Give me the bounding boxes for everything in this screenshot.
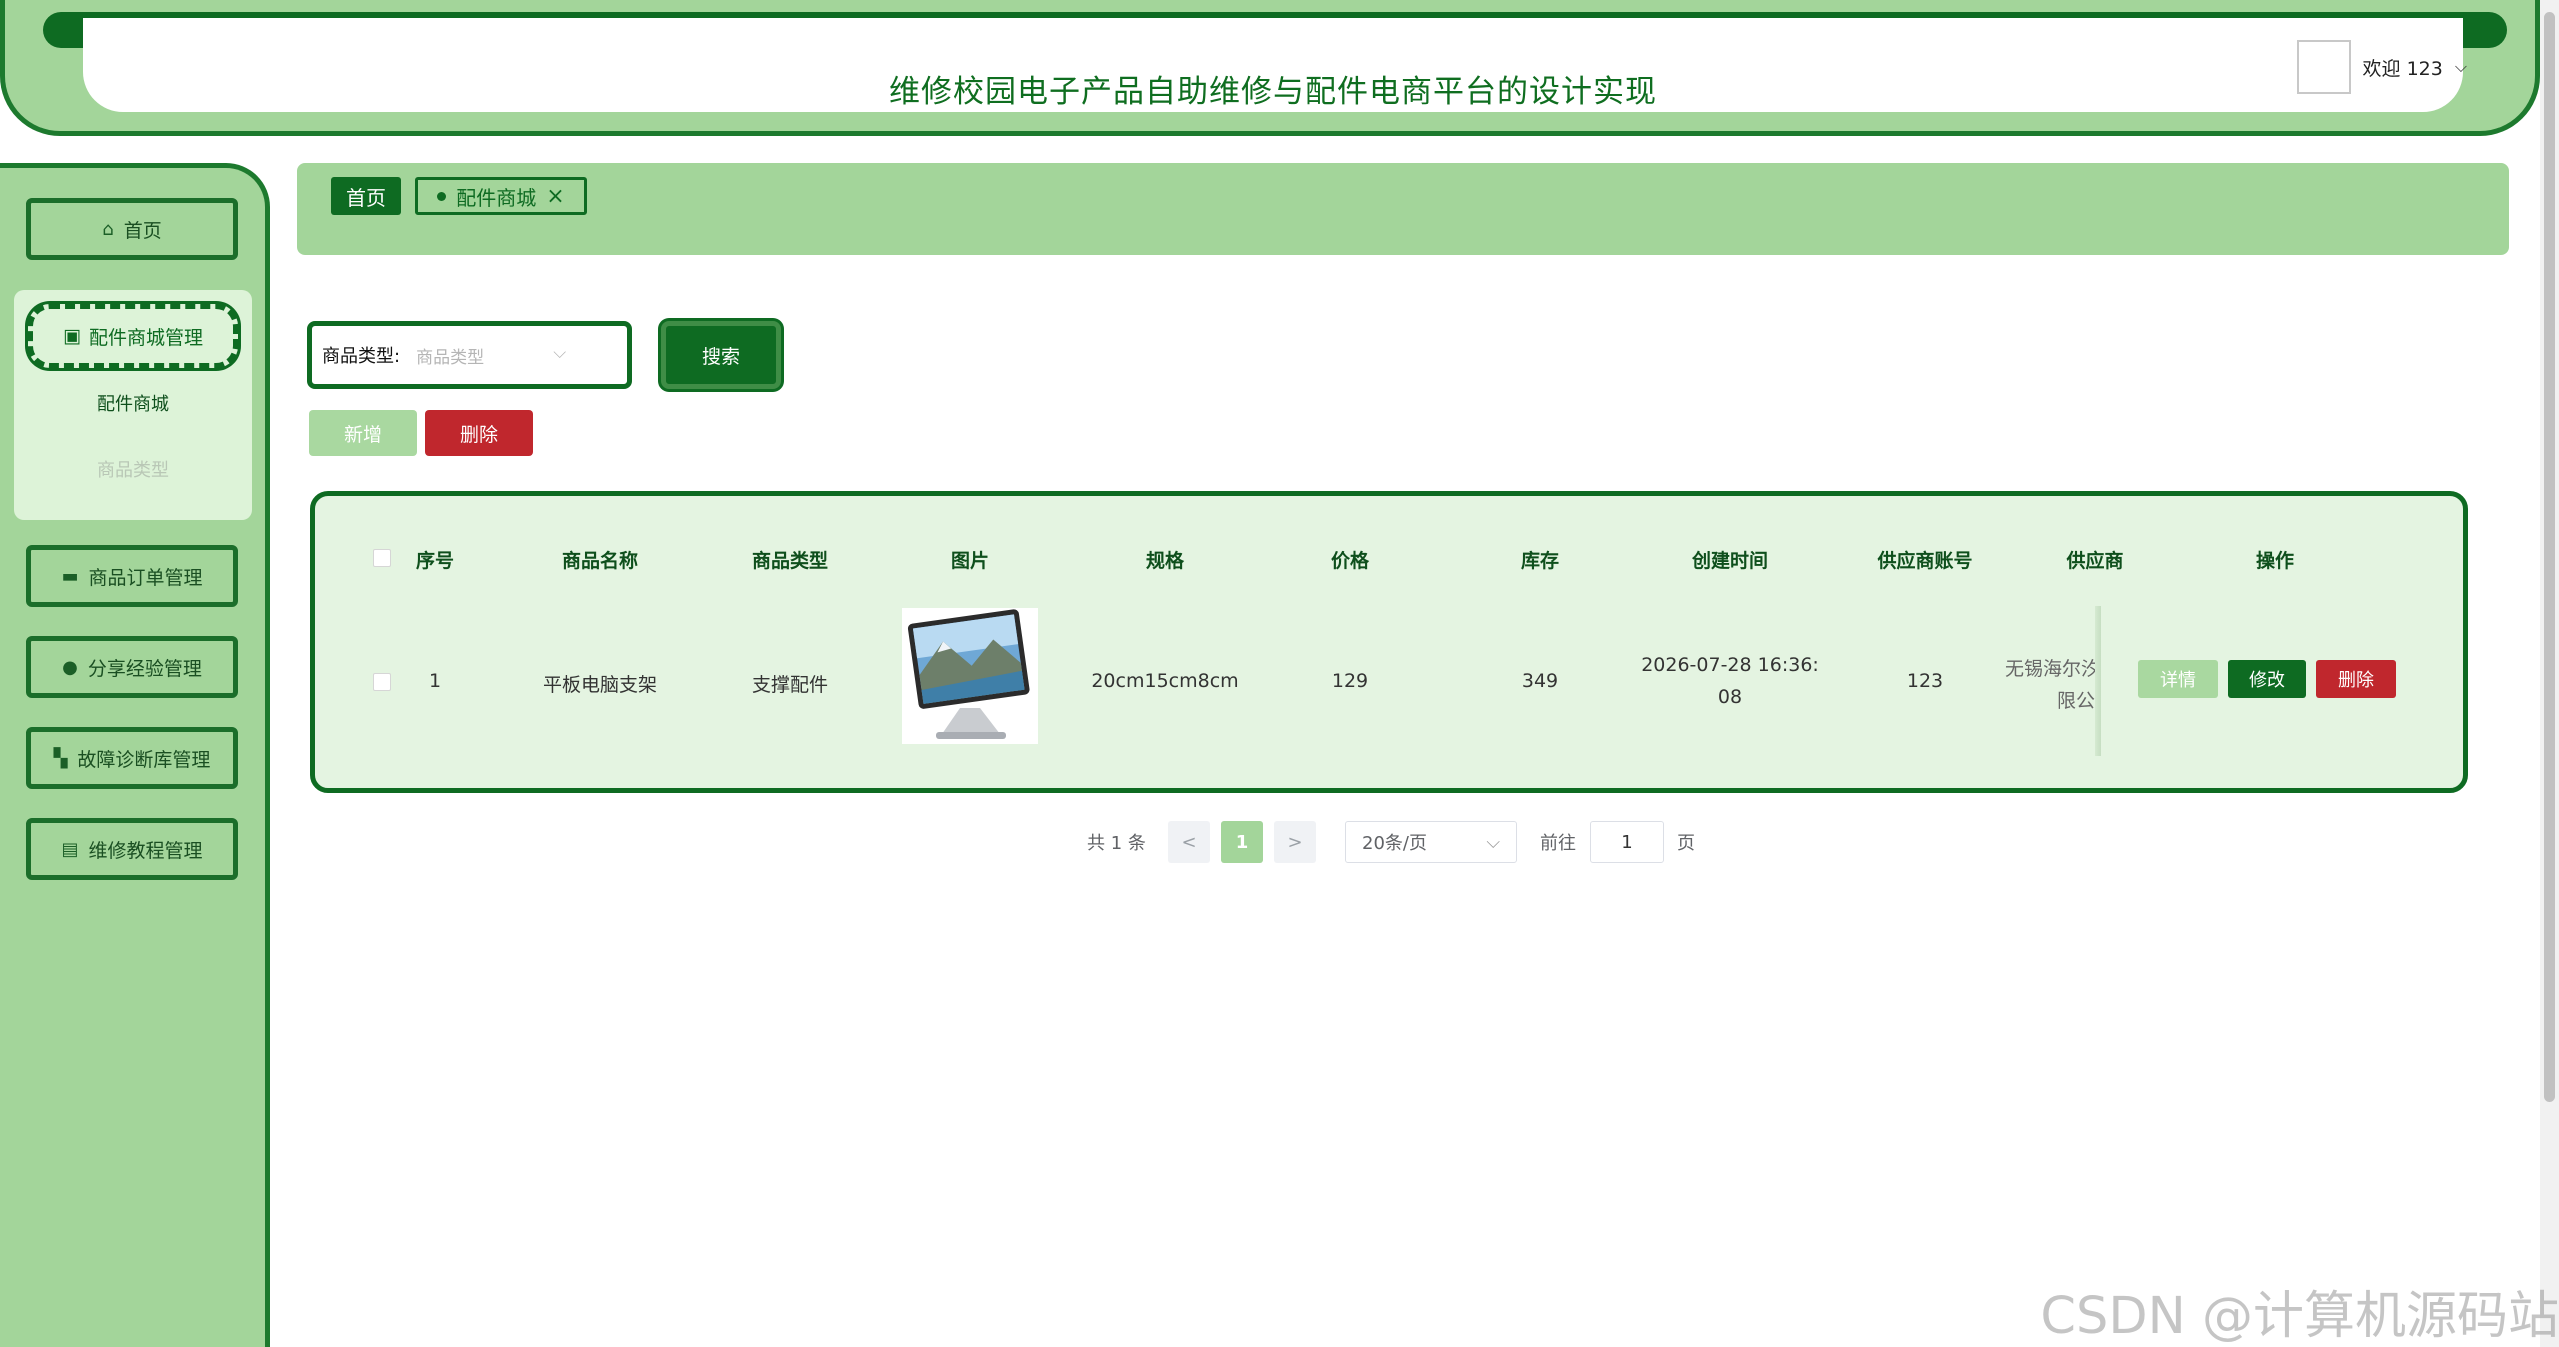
sidebar-item-order-management[interactable]: ▬ 商品订单管理 <box>26 545 238 607</box>
cell-name: 平板电脑支架 <box>542 674 657 696</box>
welcome-text[interactable]: 欢迎 123 <box>2363 54 2443 81</box>
sidebar-item-home[interactable]: ⌂ 首页 <box>26 198 238 260</box>
sidebar-item-fault-diagnosis[interactable]: ▚ 故障诊断库管理 <box>26 727 238 789</box>
column-header: 商品类型 <box>751 550 828 572</box>
submenu-item-parts-mall[interactable]: 配件商城 <box>14 390 252 416</box>
tags-bar: 首页 配件商城 × <box>297 163 2509 255</box>
fixed-column-shadow <box>2095 606 2101 756</box>
page-size-value: 20条/页 <box>1362 833 1427 854</box>
goto-label: 前往 <box>1540 833 1576 854</box>
avatar[interactable] <box>2296 40 2351 94</box>
cell-stock: 349 <box>1521 670 1559 692</box>
tablet-stand-image <box>902 608 1038 744</box>
page-title: 维修校园电子产品自助维修与配件电商平台的设计实现 <box>889 74 1657 110</box>
batch-delete-button[interactable]: 删除 <box>425 410 533 456</box>
column-header: 图片 <box>950 550 989 572</box>
active-dot-icon <box>437 191 447 201</box>
sidebar-item-parts-mall-management[interactable]: ▣ 配件商城管理 <box>28 304 238 368</box>
search-button[interactable]: 搜索 <box>661 321 781 389</box>
chevron-down-icon: ⌵ <box>553 342 567 363</box>
chevron-down-icon[interactable]: ⌵ <box>2455 57 2467 77</box>
sidebar-item-label: 配件商城管理 <box>88 326 203 349</box>
data-table: 序号 商品名称 商品类型 图片 规格 价格 库存 创建时间 供应商账号 供应商 … <box>310 491 2468 793</box>
cell-index: 1 <box>428 670 442 692</box>
close-icon[interactable]: × <box>546 184 564 209</box>
select-placeholder: 商品类型 <box>416 347 485 368</box>
page-number-current[interactable]: 1 <box>1221 821 1263 863</box>
column-header: 商品名称 <box>561 550 638 572</box>
header-panel: 维修校园电子产品自助维修与配件电商平台的设计实现 <box>83 18 2463 112</box>
sidebar-item-label: 维修教程管理 <box>88 839 203 862</box>
next-page-button[interactable]: > <box>1274 821 1316 863</box>
chip-icon: ▣ <box>63 325 81 347</box>
submenu-item-product-type[interactable]: 商品类型 <box>14 456 252 482</box>
delete-button[interactable]: 删除 <box>2316 660 2396 698</box>
column-header: 规格 <box>1145 550 1184 572</box>
cell-supplier-account: 123 <box>1906 670 1944 692</box>
chevron-down-icon: ⌵ <box>1486 831 1500 853</box>
home-icon: ⌂ <box>102 218 114 240</box>
page-suffix: 页 <box>1677 833 1695 854</box>
cell-created-time-line2: 08 <box>1717 686 1743 708</box>
column-header: 创建时间 <box>1691 550 1768 572</box>
pagination-total: 共 1 条 <box>1087 833 1146 854</box>
user-menu[interactable]: 欢迎 123 ⌵ <box>2296 40 2467 94</box>
sidebar-item-label: 首页 <box>123 219 162 242</box>
sidebar-item-share-management[interactable]: ● 分享经验管理 <box>26 636 238 698</box>
goto-page-input[interactable]: 1 <box>1590 821 1664 863</box>
card-icon: ▬ <box>61 565 79 587</box>
tag-home[interactable]: 首页 <box>331 177 401 215</box>
column-header: 序号 <box>415 550 454 572</box>
column-header: 价格 <box>1330 550 1369 572</box>
page-size-select[interactable]: 20条/页 ⌵ <box>1345 821 1517 863</box>
edit-button[interactable]: 修改 <box>2228 660 2306 698</box>
product-type-select[interactable]: 商品类型 ⌵ <box>416 343 566 368</box>
submenu-panel: ▣ 配件商城管理 配件商城 商品类型 <box>14 290 252 520</box>
sidebar-item-label: 商品订单管理 <box>88 566 203 589</box>
column-header: 库存 <box>1520 550 1559 572</box>
id-card-icon: ▤ <box>61 838 79 860</box>
column-header: 供应商账号 <box>1877 550 1973 572</box>
add-button[interactable]: 新增 <box>309 410 417 456</box>
search-form: 商品类型: 商品类型 ⌵ <box>307 321 632 389</box>
cell-spec: 20cm15cm8cm <box>1091 670 1239 692</box>
sidebar-item-label: 故障诊断库管理 <box>77 748 211 771</box>
sidebar: ⌂ 首页 ▣ 配件商城管理 配件商城 商品类型 ▬ 商品订单管理 ● 分享经验管… <box>0 163 270 1347</box>
page-scrollbar[interactable] <box>2540 0 2559 1347</box>
sidebar-item-tutorial-management[interactable]: ▤ 维修教程管理 <box>26 818 238 880</box>
scrollbar-thumb[interactable] <box>2544 12 2555 1102</box>
tag-parts-mall[interactable]: 配件商城 × <box>415 177 587 215</box>
watermark: CSDN @计算机源码站 <box>2040 1287 2559 1346</box>
app-header: 维修校园电子产品自助维修与配件电商平台的设计实现 欢迎 123 ⌵ <box>0 0 2540 136</box>
product-image[interactable] <box>902 608 1038 744</box>
cell-type: 支撑配件 <box>751 674 828 696</box>
column-header: 操作 <box>2255 550 2294 572</box>
detail-button[interactable]: 详情 <box>2138 660 2218 698</box>
cart-icon: ▚ <box>53 747 68 769</box>
cell-price: 129 <box>1331 670 1369 692</box>
check-circle-icon: ● <box>62 656 78 678</box>
tag-label: 配件商城 <box>456 185 537 210</box>
sidebar-item-label: 分享经验管理 <box>87 657 202 680</box>
search-label: 商品类型: <box>322 346 401 367</box>
prev-page-button[interactable]: < <box>1168 821 1210 863</box>
cell-created-time-line1: 2026-07-28 16:36: <box>1641 654 1819 676</box>
